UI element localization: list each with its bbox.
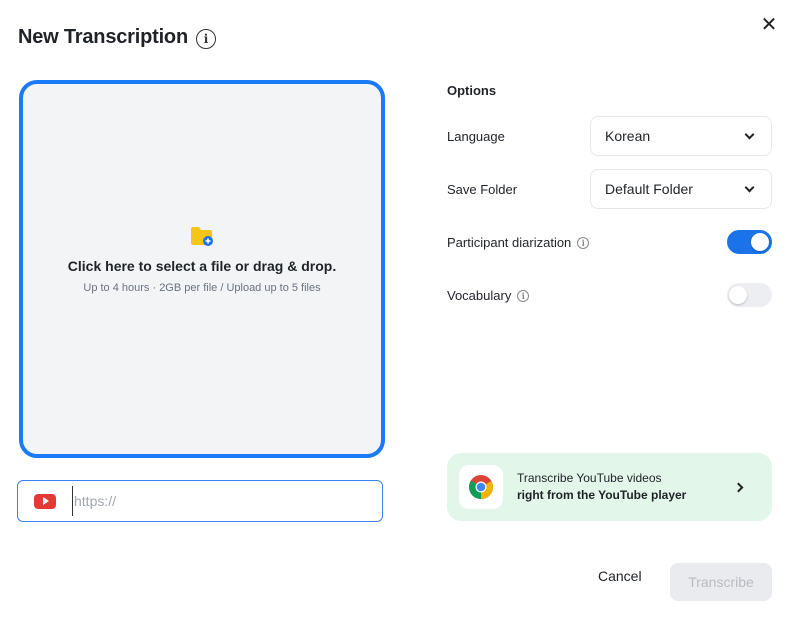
cancel-button[interactable]: Cancel [598,568,642,584]
diarization-toggle[interactable] [727,230,772,254]
language-select-value: Korean [605,128,651,144]
vocabulary-toggle[interactable] [727,283,772,307]
chevron-down-icon [744,182,755,192]
info-icon[interactable]: i [577,236,590,249]
vocabulary-label: Vocabulary i [447,288,530,303]
promo-line-1: Transcribe YouTube videos [517,471,662,485]
vocabulary-label-text: Vocabulary [447,288,512,303]
diarization-label: Participant diarization i [447,235,590,250]
youtube-extension-promo[interactable]: Transcribe YouTube videos right from the… [447,453,772,521]
close-icon[interactable]: ✕ [758,13,780,36]
dialog-title: New Transcription [18,26,188,48]
info-icon[interactable]: i [195,29,216,49]
info-icon[interactable]: i [517,289,530,302]
chevron-down-icon [744,129,755,139]
toggle-knob [751,233,769,251]
promo-line-2: right from the YouTube player [517,488,687,502]
chrome-icon [469,475,493,500]
save-folder-select[interactable]: Default Folder [590,169,772,209]
toggle-knob [729,286,747,304]
diarization-label-text: Participant diarization [447,235,572,250]
options-heading: Options [447,83,497,98]
url-input[interactable] [72,486,382,516]
youtube-icon [34,493,56,509]
language-label-text: Language [447,129,505,144]
language-select[interactable]: Korean [590,116,772,156]
file-dropzone[interactable]: Click here to select a file or drag & dr… [19,80,385,458]
dropzone-main-text: Click here to select a file or drag & dr… [67,258,337,274]
dropzone-sub-text: Up to 4 hours · 2GB per file / Upload up… [83,282,321,294]
transcribe-button[interactable]: Transcribe [670,563,772,601]
chevron-right-icon [733,482,744,492]
promo-text: Transcribe YouTube videos right from the… [517,470,735,504]
chrome-icon-tile [459,465,503,509]
language-label: Language [447,129,505,144]
save-folder-label-text: Save Folder [447,182,518,197]
save-folder-select-value: Default Folder [605,181,693,197]
save-folder-label: Save Folder [447,182,517,197]
url-input-box[interactable] [17,480,383,522]
dialog-header: New Transcription i [18,26,216,49]
folder-add-icon [191,227,213,246]
